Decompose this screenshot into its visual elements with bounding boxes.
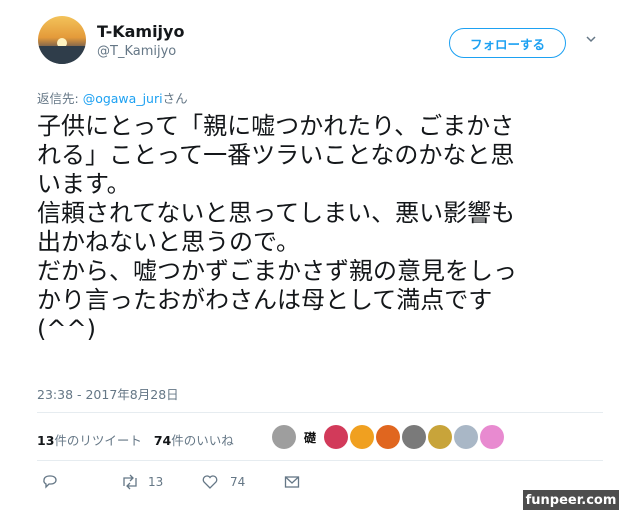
tweet-timestamp[interactable]: 23:38 - 2017年8月28日: [37, 384, 179, 403]
retweet-icon: [123, 474, 137, 490]
liker-avatar[interactable]: [272, 425, 296, 449]
reply-button[interactable]: [41, 474, 57, 490]
divider: [37, 460, 603, 461]
watermark: funpeer.com: [523, 490, 619, 510]
like-count: 74: [230, 475, 246, 489]
retweet-button[interactable]: 13: [120, 474, 163, 490]
avatar-sea: [38, 46, 86, 64]
like-button[interactable]: 74: [202, 474, 245, 490]
tweet-stats: 13件のリツイート 74件のいいね: [37, 430, 234, 449]
liker-avatar[interactable]: [428, 425, 452, 449]
reply-icon: [43, 475, 57, 489]
message-icon: [284, 476, 300, 488]
reply-suffix: さん: [162, 91, 188, 106]
liker-avatar[interactable]: [454, 425, 478, 449]
reply-prefix: 返信先:: [37, 91, 83, 106]
liker-avatar[interactable]: [376, 425, 400, 449]
liker-avatar[interactable]: 礎: [298, 425, 322, 449]
liker-avatars: 礎: [272, 425, 504, 449]
user-handle[interactable]: @T_Kamijyo: [97, 44, 176, 59]
liker-avatar[interactable]: [480, 425, 504, 449]
avatar[interactable]: [38, 16, 86, 64]
divider: [37, 412, 603, 413]
follow-button[interactable]: フォローする: [449, 28, 566, 58]
liker-avatar[interactable]: [350, 425, 374, 449]
tweet-text: 子供にとって「親に嘘つかれたり、ごまかさ れる」ことって一番ツラいことなのかなと…: [37, 112, 517, 343]
reply-mention-link[interactable]: @ogawa_juri: [83, 91, 163, 106]
retweet-stat[interactable]: 13件のリツイート: [37, 433, 142, 448]
liker-avatar[interactable]: [324, 425, 348, 449]
reply-context: 返信先: @ogawa_juriさん: [37, 88, 188, 107]
liker-avatar[interactable]: [402, 425, 426, 449]
like-stat[interactable]: 74件のいいね: [154, 433, 234, 448]
retweet-count: 13: [148, 475, 164, 489]
chevron-down-icon[interactable]: [586, 34, 596, 44]
display-name[interactable]: T-Kamijyo: [97, 22, 184, 41]
direct-message-button[interactable]: [284, 474, 300, 490]
heart-icon: [202, 475, 218, 489]
